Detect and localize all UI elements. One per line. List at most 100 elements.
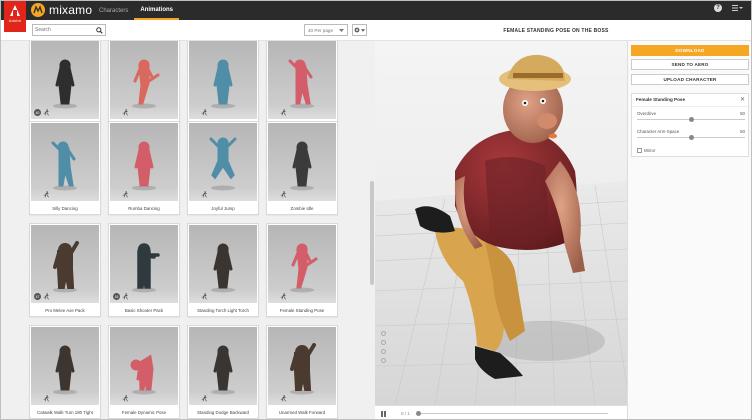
animation-thumbnail[interactable]	[268, 327, 336, 405]
in-place-icon	[280, 191, 286, 198]
animation-thumbnail[interactable]	[31, 327, 99, 405]
in-place-icon	[43, 293, 49, 300]
animation-name: Basic Shooter Pack	[124, 308, 164, 313]
animation-thumbnail[interactable]	[268, 123, 336, 201]
character-figure	[211, 345, 235, 395]
app-menu-icon[interactable]	[732, 5, 743, 11]
in-place-icon	[201, 109, 207, 116]
animation-thumbnail[interactable]	[189, 327, 257, 405]
in-place-icon	[122, 191, 128, 198]
character-figure	[290, 243, 318, 293]
animation-card[interactable]: Zombie Idle	[266, 121, 338, 215]
slider-handle[interactable]	[688, 135, 694, 140]
animation-thumbnail[interactable]	[189, 225, 257, 303]
animation-thumbnail[interactable]: 40	[31, 41, 99, 119]
preview-title: FEMALE STANDING POSE ON THE BOSS	[503, 27, 609, 34]
animation-thumbnail[interactable]	[268, 41, 336, 119]
skeleton-toggle-icon[interactable]	[380, 340, 386, 345]
character-figure	[132, 141, 156, 191]
pause-icon[interactable]	[381, 410, 387, 417]
animation-thumbnail[interactable]	[189, 41, 257, 119]
download-button[interactable]: DOWNLOAD	[631, 45, 749, 56]
animation-name: Unarmed Walk Forward	[278, 410, 326, 415]
grid-toggle-icon[interactable]	[380, 349, 386, 354]
in-place-icon	[122, 109, 128, 116]
animation-name: Standing Torch Light Torch	[197, 308, 249, 313]
search-input[interactable]	[35, 25, 95, 35]
mixamo-logo-icon	[31, 3, 45, 17]
settings-title: Female Standing Pose	[636, 97, 686, 102]
animation-card[interactable]: 47 Pro Melee Axe Pack	[29, 223, 101, 317]
mixamo-brand[interactable]: mixamo	[31, 3, 92, 17]
animation-card[interactable]: Crouch To Stand	[187, 41, 259, 133]
animation-card[interactable]: Silly Dancing	[29, 121, 101, 215]
animation-thumbnail[interactable]	[110, 123, 178, 201]
animation-thumbnail[interactable]	[268, 225, 336, 303]
character-figure	[53, 241, 79, 293]
animation-card[interactable]: Female Standing Pose	[266, 223, 338, 317]
tab-animations[interactable]: Animations	[134, 1, 180, 20]
animation-thumbnail[interactable]: 47	[31, 225, 99, 303]
animation-thumbnail[interactable]	[110, 327, 178, 405]
in-place-icon	[43, 191, 49, 198]
settings-button[interactable]	[352, 24, 367, 36]
animation-card[interactable]: Standing Torch Light Torch	[187, 223, 259, 317]
divider	[632, 106, 748, 107]
setting-label: Overdrive	[637, 111, 657, 116]
character-figure	[211, 59, 235, 109]
animation-thumbnail[interactable]: 16	[110, 225, 178, 303]
animation-thumbnail[interactable]	[31, 123, 99, 201]
in-place-icon	[43, 395, 49, 402]
animation-card[interactable]: Rumba Dancing	[108, 121, 180, 215]
animation-thumbnail[interactable]	[189, 123, 257, 201]
arm-space-slider[interactable]	[637, 135, 745, 140]
setting-value: 50	[740, 129, 745, 134]
slider-handle[interactable]	[688, 117, 694, 122]
in-place-icon	[201, 293, 207, 300]
animation-card[interactable]: 40Sword And Shield Pack	[29, 41, 101, 133]
search-icon[interactable]	[96, 27, 103, 34]
brand-name: mixamo	[49, 3, 93, 17]
top-right-controls: ?	[714, 4, 743, 12]
animation-name: Female Dynamic Pose	[121, 410, 167, 415]
upload-character-button[interactable]: UPLOAD CHARACTER	[631, 74, 749, 85]
camera-reset-icon[interactable]	[380, 331, 386, 336]
adobe-logo[interactable]: Adobe	[4, 1, 26, 32]
character-figure	[53, 345, 77, 395]
animation-name: Rumba Dancing	[128, 206, 160, 211]
animation-card[interactable]: Capoeira Pack	[108, 41, 180, 133]
in-place-icon	[201, 191, 207, 198]
character-figure	[290, 343, 316, 395]
send-to-aero-button[interactable]: SEND TO AERO	[631, 59, 749, 70]
character-figure	[290, 141, 314, 191]
3d-viewer[interactable]: 0 / 1	[375, 41, 627, 419]
character-figure	[132, 243, 160, 293]
animation-card[interactable]: Joyful Jump	[187, 121, 259, 215]
animation-card[interactable]: Female Dynamic Pose	[108, 325, 180, 419]
tab-characters[interactable]: Characters	[93, 1, 134, 20]
help-icon[interactable]: ?	[714, 4, 722, 12]
character-figure	[53, 59, 77, 109]
mirror-checkbox[interactable]	[637, 148, 642, 153]
animation-card[interactable]: Unarmed Walk Forward	[266, 325, 338, 419]
close-icon[interactable]: ✕	[740, 96, 745, 103]
timeline-handle[interactable]	[415, 411, 421, 416]
animation-card[interactable]: Standing Dodge Backward	[187, 325, 259, 419]
animation-card[interactable]: Catwalk Walk Turn 180 Tight	[29, 325, 101, 419]
grid-scrollbar[interactable]	[370, 181, 374, 285]
animation-grid: 40Sword And Shield PackCapoeira PackCrou…	[1, 41, 375, 419]
per-page-value: 40 Per page	[308, 27, 334, 33]
character-figure	[51, 141, 77, 191]
animation-thumbnail[interactable]	[110, 41, 178, 119]
timeline-scrubber[interactable]	[415, 411, 608, 416]
animation-card[interactable]: Hip Hop Dancing	[266, 41, 338, 133]
chevron-down-icon	[361, 28, 365, 32]
pack-count-badge: 47	[34, 293, 41, 300]
character-figure	[288, 59, 314, 109]
per-page-select[interactable]: 40 Per page	[304, 24, 348, 36]
animation-name: Zombie Idle	[290, 206, 314, 211]
overdrive-slider[interactable]	[637, 117, 745, 122]
light-toggle-icon[interactable]	[380, 358, 386, 363]
mirror-option[interactable]: Mirror	[637, 148, 655, 153]
animation-card[interactable]: 16 Basic Shooter Pack	[108, 223, 180, 317]
